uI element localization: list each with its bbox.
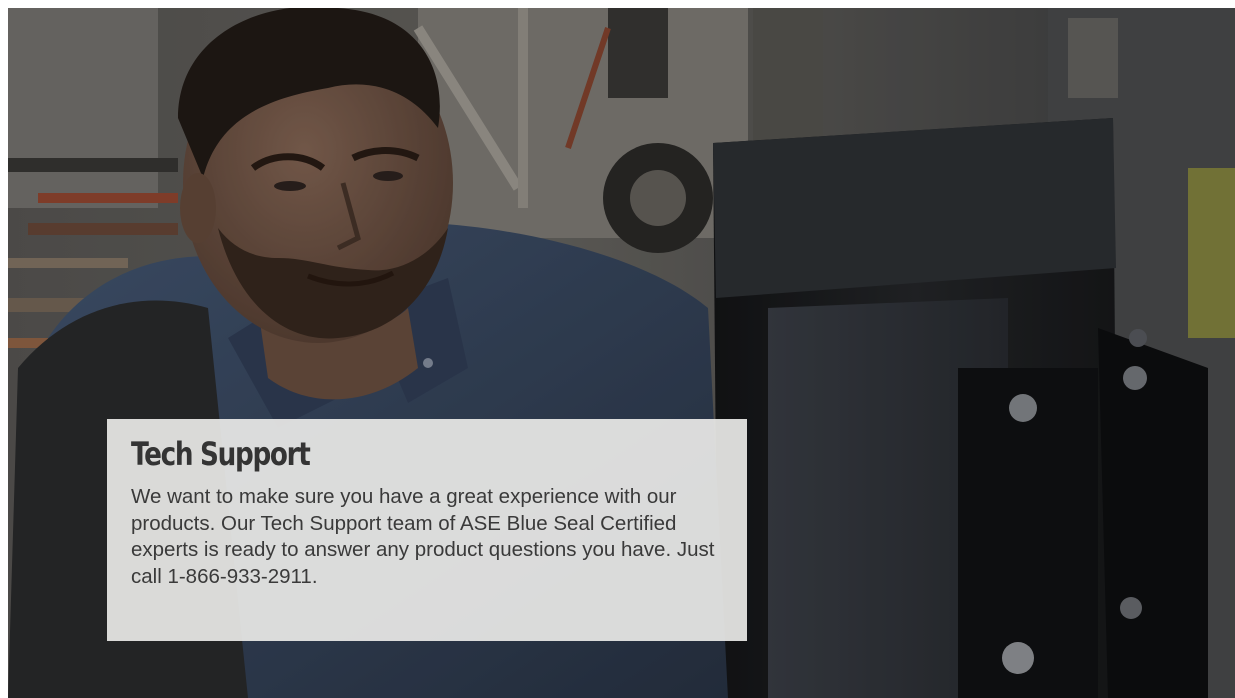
tech-support-card: Tech Support We want to make sure you ha… [107, 419, 747, 641]
card-title: Tech Support [131, 435, 311, 473]
hero-banner: Tech Support We want to make sure you ha… [8, 8, 1235, 698]
card-description: We want to make sure you have a great ex… [131, 485, 715, 588]
